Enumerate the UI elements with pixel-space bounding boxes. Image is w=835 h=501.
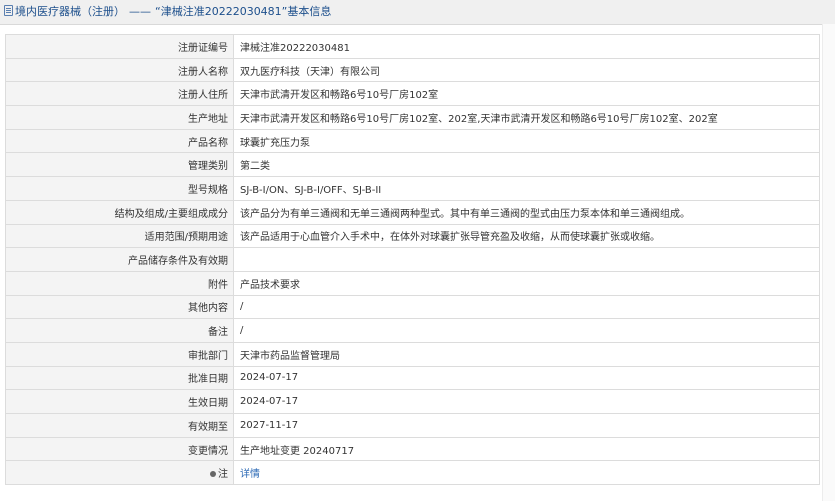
field-value: 该产品分为有单三通阀和无单三通阀两种型式。其中有单三通阀的型式由压力泵本体和单三… [233, 199, 820, 225]
table-row: 生效日期 2024-07-17 [5, 389, 820, 414]
note-value-cell: 详情 [233, 460, 820, 486]
field-label: 有效期至 [5, 413, 234, 438]
pin-icon [210, 471, 216, 478]
field-value: / [233, 294, 820, 320]
field-value: 天津市药品监督管理局 [233, 341, 820, 367]
table-row-note: 注 详情 [5, 460, 820, 486]
field-label: 生产地址 [5, 105, 234, 130]
table-row: 注册人名称 双九医疗科技（天津）有限公司 [5, 57, 820, 83]
field-value: 球囊扩充压力泵 [233, 128, 820, 154]
field-label: 结构及组成/主要组成成分 [5, 199, 234, 225]
field-value: SJ-B-I/ON、SJ-B-I/OFF、SJ-B-II [233, 176, 820, 201]
field-label: 变更情况 [5, 436, 234, 462]
field-label: 管理类别 [5, 152, 234, 178]
field-label: 审批部门 [5, 341, 234, 367]
table-row: 注册人住所 天津市武清开发区和畅路6号10号厂房102室 [5, 81, 820, 107]
page-header: 境内医疗器械（注册） —— “津械注准20222030481”基本信息 [0, 0, 835, 25]
table-row: 变更情况 生产地址变更 20240717 [5, 436, 820, 462]
header-separator: —— [129, 5, 151, 18]
scrollbar[interactable] [822, 24, 835, 501]
header-title: “津械注准20222030481”基本信息 [155, 5, 332, 18]
field-value: 天津市武清开发区和畅路6号10号厂房102室、202室,天津市武清开发区和畅路6… [233, 105, 820, 130]
table-row: 注册证编号 津械注准20222030481 [5, 34, 820, 59]
field-label: 注册证编号 [5, 34, 234, 59]
detail-table: 注册证编号 津械注准20222030481 注册人名称 双九医疗科技（天津）有限公司注… [5, 34, 820, 486]
table-row: 生产地址 天津市武清开发区和畅路6号10号厂房102室、202室,天津市武清开发区… [5, 105, 820, 130]
field-value: 第二类 [233, 152, 820, 178]
field-label: 附件 [5, 270, 234, 296]
header-category: 境内医疗器械（注册） [15, 5, 125, 18]
field-label: 适用范围/预期用途 [5, 223, 234, 249]
table-row: 批准日期 2024-07-17 [5, 365, 820, 391]
detail-panel: 注册证编号 津械注准20222030481 注册人名称 双九医疗科技（天津）有限公司注… [5, 34, 820, 486]
table-row: 型号规格 SJ-B-I/ON、SJ-B-I/OFF、SJ-B-II [5, 176, 820, 201]
field-value: 该产品适用于心血管介入手术中，在体外对球囊扩张导管充盈及收缩，从而使球囊扩张或收… [233, 223, 820, 249]
field-value: 2027-11-17 [233, 413, 820, 438]
document-icon [4, 5, 13, 16]
table-row: 审批部门 天津市药品监督管理局 [5, 341, 820, 367]
note-label: 注 [218, 469, 228, 481]
field-value [233, 247, 820, 272]
field-label: 批准日期 [5, 365, 234, 391]
note-label-cell: 注 [5, 460, 234, 486]
table-row: 适用范围/预期用途 该产品适用于心血管介入手术中，在体外对球囊扩张导管充盈及收缩，… [5, 223, 820, 249]
table-row: 其他内容 / [5, 294, 820, 320]
field-label: 其他内容 [5, 294, 234, 320]
table-row: 附件 产品技术要求 [5, 270, 820, 296]
field-value: 双九医疗科技（天津）有限公司 [233, 57, 820, 83]
field-label: 产品名称 [5, 128, 234, 154]
field-label: 产品储存条件及有效期 [5, 247, 234, 272]
field-value: 2024-07-17 [233, 365, 820, 391]
field-value: 津械注准20222030481 [233, 34, 820, 59]
field-value: 产品技术要求 [233, 270, 820, 296]
field-value: 生产地址变更 20240717 [233, 436, 820, 462]
field-value: 2024-07-17 [233, 389, 820, 414]
field-label: 生效日期 [5, 389, 234, 414]
table-row: 产品储存条件及有效期 [5, 247, 820, 272]
field-value: 天津市武清开发区和畅路6号10号厂房102室 [233, 81, 820, 107]
table-row: 产品名称 球囊扩充压力泵 [5, 128, 820, 154]
table-row: 有效期至 2027-11-17 [5, 413, 820, 438]
field-value: / [233, 318, 820, 343]
field-label: 备注 [5, 318, 234, 343]
table-row: 备注 / [5, 318, 820, 343]
table-row: 管理类别 第二类 [5, 152, 820, 178]
details-link[interactable]: 详情 [240, 469, 260, 480]
field-label: 型号规格 [5, 176, 234, 201]
field-label: 注册人住所 [5, 81, 234, 107]
field-label: 注册人名称 [5, 57, 234, 83]
table-row: 结构及组成/主要组成成分 该产品分为有单三通阀和无单三通阀两种型式。其中有单三通阀… [5, 199, 820, 225]
